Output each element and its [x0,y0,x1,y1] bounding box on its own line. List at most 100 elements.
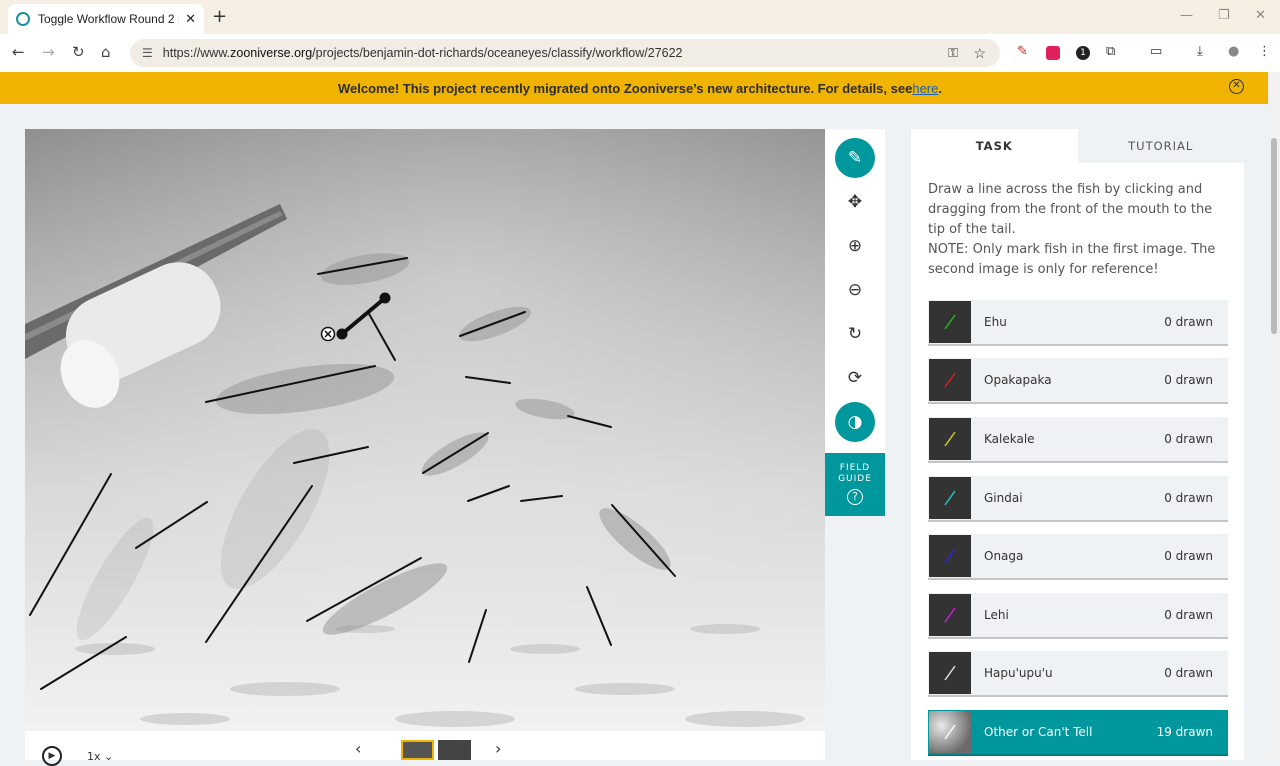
task-instructions: Draw a line across the fish by clicking … [911,163,1244,280]
water-glow [25,129,825,731]
choice-count: 19 drawn [1156,725,1213,739]
subject-canvas[interactable] [25,129,825,731]
image-toolbar: ✎ ✥ ⊕ ⊖ ↻ ⟳ ◑ FIELD GUIDE ? [825,129,885,516]
back-icon[interactable]: ← [12,43,25,61]
instruction-text: Draw a line across the fish by clicking … [928,182,1213,237]
tab-close-icon[interactable]: ✕ [185,12,196,27]
choice-count: 0 drawn [1164,666,1213,680]
window-close-icon[interactable]: ✕ [1255,8,1266,23]
banner-suffix: . [938,80,942,96]
choice-ehu[interactable]: Ehu 0 drawn [928,300,1228,346]
scrollbar-thumb[interactable] [1271,138,1277,334]
delete-mark-icon[interactable] [320,326,336,342]
move-tool[interactable]: ✥ [835,182,875,222]
url-domain: zooniverse.org [230,46,313,60]
panel-tabs: TASK TUTORIAL [911,129,1244,163]
line-icon [944,548,956,564]
line-tool-swatch [929,418,971,460]
previous-frame-icon[interactable]: ‹ [355,739,361,758]
pencil-tool[interactable]: ✎ [835,138,875,178]
choice-label: Ehu [984,315,1007,329]
task-panel: TASK TUTORIAL Draw a line across the fis… [911,129,1244,760]
choice-count: 0 drawn [1164,432,1213,446]
choice-label: Kalekale [984,432,1035,446]
play-icon[interactable]: ▶ [42,746,62,766]
profile-icon[interactable]: ● [1228,44,1239,59]
playback-speed-value: 1x [87,750,101,763]
choice-label: Opakapaka [984,373,1052,387]
line-end-handle[interactable] [379,292,391,304]
choice-count: 0 drawn [1164,373,1213,387]
tab-tutorial[interactable]: TUTORIAL [1077,129,1244,163]
choice-opakapaka[interactable]: Opakapaka 0 drawn [928,358,1228,404]
pencil-icon: ✎ [847,148,863,168]
line-tool-swatch [929,301,971,343]
browser-tab[interactable]: Toggle Workflow Round 2 | Oce ✕ [8,4,204,34]
migration-banner: Welcome! This project recently migrated … [0,72,1280,104]
line-start-handle[interactable] [336,328,348,340]
line-icon [944,665,956,681]
choice-hapu-upu-u[interactable]: Hapu'upu'u 0 drawn [928,651,1228,697]
choice-gindai[interactable]: Gindai 0 drawn [928,476,1228,522]
badge-extension-icon[interactable]: 1 [1076,46,1090,60]
forward-icon[interactable]: → [42,43,55,61]
password-key-icon[interactable]: ⚿ [948,45,958,61]
pen-extension-icon[interactable]: ✎ [1017,44,1028,59]
chevron-down-icon: ⌄ [104,750,114,763]
choice-lehi[interactable]: Lehi 0 drawn [928,593,1228,639]
zoom-out-icon: ⊖ [847,280,863,300]
subject-image-viewer[interactable] [25,129,825,731]
playback-speed[interactable]: 1x ⌄ [87,750,113,763]
invert-icon: ◑ [847,412,863,432]
pointer-extension-icon[interactable] [1046,46,1060,60]
frame-thumbnail-1[interactable] [401,740,434,760]
zoom-in-tool[interactable]: ⊕ [835,226,875,266]
banner-link[interactable]: here [912,81,938,96]
field-guide-button[interactable]: FIELD GUIDE ? [825,453,885,516]
extensions-puzzle-icon[interactable]: ⧉ [1106,44,1115,59]
home-icon[interactable]: ⌂ [101,43,111,61]
instruction-note: NOTE: Only mark fish in the first image.… [928,242,1216,277]
line-tool-swatch [929,652,971,694]
field-guide-label-2: GUIDE [838,474,872,484]
line-icon [944,490,956,506]
zoom-in-icon: ⊕ [847,236,863,256]
choice-kalekale[interactable]: Kalekale 0 drawn [928,417,1228,463]
subject-controls: ▶ 1x ⌄ ‹ › [25,731,825,766]
reload-icon[interactable]: ↻ [72,43,85,61]
reading-mode-icon[interactable]: ▭ [1150,44,1162,59]
menu-kebab-icon[interactable]: ⋮ [1258,44,1271,59]
zoom-out-tool[interactable]: ⊖ [835,270,875,310]
rotate-icon: ↻ [847,324,863,344]
banner-close-icon[interactable]: ✕ [1229,79,1244,94]
help-icon: ? [847,489,863,505]
url-prefix: https://www. [162,46,231,60]
rotate-tool[interactable]: ↻ [835,314,875,354]
reset-tool[interactable]: ⟳ [835,358,875,398]
download-icon[interactable]: ⤓ [1197,44,1203,59]
line-icon [944,724,956,740]
choice-onaga[interactable]: Onaga 0 drawn [928,534,1228,580]
zooniverse-favicon-icon [16,12,30,26]
line-icon [944,607,956,623]
site-info-icon[interactable]: ☰ [142,46,153,60]
line-icon [944,314,956,330]
choice-label: Lehi [984,608,1009,622]
bookmark-star-icon[interactable]: ☆ [973,45,986,62]
line-tool-swatch [929,477,971,519]
choice-label: Onaga [984,549,1024,563]
choice-label: Gindai [984,491,1023,505]
address-bar[interactable]: ☰ https://www. zooniverse.org/projects/be… [130,39,1000,67]
choice-other-or-can-t-tell[interactable]: Other or Can't Tell 19 drawn [928,710,1228,756]
line-tool-swatch [929,594,971,636]
invert-tool[interactable]: ◑ [835,402,875,442]
restore-icon[interactable]: ❐ [1218,8,1230,23]
browser-tab-strip: Toggle Workflow Round 2 | Oce ✕ + — ❐ ✕ [0,0,1280,34]
frame-thumbnail-2[interactable] [438,740,471,760]
new-tab-icon[interactable]: + [212,6,227,27]
tab-title: Toggle Workflow Round 2 | Oce [38,12,179,26]
tab-task[interactable]: TASK [911,129,1078,163]
minimize-icon[interactable]: — [1180,8,1193,23]
next-frame-icon[interactable]: › [495,739,501,758]
page-scrollbar[interactable] [1268,72,1280,760]
